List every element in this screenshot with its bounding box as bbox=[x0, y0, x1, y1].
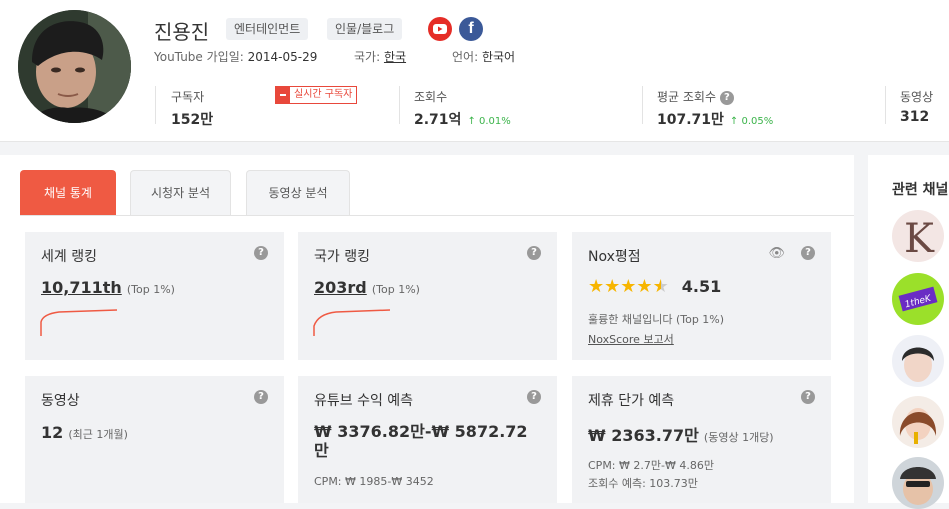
noxscore-report-link[interactable]: NoxScore 보고서 bbox=[588, 331, 674, 347]
channel-name: 진용진 bbox=[154, 20, 210, 44]
tab-divider bbox=[20, 215, 854, 216]
world-rank-card: 세계 랭킹 ? 10,711th (Top 1%) bbox=[25, 232, 284, 360]
related-channel-avatar[interactable] bbox=[892, 396, 944, 448]
stat-views: 조회수 2.71억 ↑ 0.01% bbox=[414, 90, 511, 128]
related-channel-avatar[interactable] bbox=[892, 457, 944, 509]
partner-price-card: 제휴 단가 예측 ? ₩ 2363.77만 (동영상 1개당) CPM: ₩ 2… bbox=[572, 376, 831, 503]
help-icon[interactable]: ? bbox=[254, 390, 268, 404]
tab-channel-stats[interactable]: 채널 통계 bbox=[20, 170, 116, 216]
channel-avatar bbox=[18, 10, 131, 123]
stat-subscribers: 구독자 152만 bbox=[171, 90, 214, 128]
help-icon[interactable]: ? bbox=[801, 246, 815, 260]
facebook-icon[interactable]: f bbox=[459, 17, 483, 41]
stat-avg-views: 평균 조회수 ? 107.71만 ↑ 0.05% bbox=[657, 90, 774, 128]
joined-date: YouTube 가입일: 2014-05-29 bbox=[154, 50, 318, 64]
svg-text:K: K bbox=[904, 216, 935, 262]
videos-card: 동영상 ? 12 (최근 1개월) bbox=[25, 376, 284, 503]
star-icon: ★ bbox=[636, 276, 653, 297]
nox-score: 4.51 bbox=[681, 277, 722, 296]
divider bbox=[155, 86, 156, 124]
category-tag[interactable]: 인물/블로그 bbox=[327, 18, 403, 40]
stats-panel: 채널 통계 시청자 분석 동영상 분석 세계 랭킹 ? 10,711th (To… bbox=[0, 155, 854, 503]
rating-stars: ★★★★★ 4.51 bbox=[588, 276, 721, 297]
star-icon: ★ bbox=[588, 276, 605, 297]
help-icon[interactable]: ? bbox=[527, 246, 541, 260]
revenue-estimate-card: 유튜브 수익 예측 ? ₩ 3376.82만-₩ 5872.72만 CPM: ₩… bbox=[298, 376, 557, 503]
related-channels-panel: 관련 채널 K 1theK bbox=[868, 155, 949, 509]
divider bbox=[885, 86, 886, 124]
tab-audience[interactable]: 시청자 분석 bbox=[130, 170, 231, 216]
divider bbox=[642, 86, 643, 124]
eye-icon[interactable]: 👁 bbox=[768, 246, 785, 261]
channel-header: 진용진 엔터테인먼트 인물/블로그 f YouTube 가입일: 2014-05… bbox=[0, 0, 949, 142]
help-icon[interactable]: ? bbox=[254, 246, 268, 260]
help-icon[interactable]: ? bbox=[719, 90, 734, 105]
live-subscribers-button[interactable]: 실시간 구독자 bbox=[275, 86, 358, 104]
language: 언어: 한국어 bbox=[452, 50, 516, 64]
half-star-icon: ★ bbox=[652, 276, 669, 297]
country-rank-value[interactable]: 203rd bbox=[314, 278, 367, 297]
world-rank-value[interactable]: 10,711th bbox=[41, 278, 122, 297]
help-icon[interactable]: ? bbox=[801, 390, 815, 404]
category-tag[interactable]: 엔터테인먼트 bbox=[226, 18, 309, 40]
nox-score-card: Nox평점 👁 ? ★★★★★ 4.51 훌륭한 채널입니다 (Top 1%) … bbox=[572, 232, 831, 360]
youtube-icon[interactable] bbox=[428, 17, 452, 41]
related-channel-avatar[interactable]: K bbox=[892, 210, 944, 262]
star-icon: ★ bbox=[620, 276, 637, 297]
related-channel-avatar[interactable] bbox=[892, 335, 944, 387]
country-link[interactable]: 한국 bbox=[384, 50, 406, 64]
rank-trend-line bbox=[40, 309, 118, 336]
help-icon[interactable]: ? bbox=[527, 390, 541, 404]
tab-video-analysis[interactable]: 동영상 분석 bbox=[246, 170, 350, 216]
divider bbox=[399, 86, 400, 124]
country: 국가: 한국 bbox=[354, 50, 407, 64]
up-arrow-icon: ↑ 0.05% bbox=[729, 116, 774, 127]
stat-videos: 동영상 312 bbox=[900, 90, 934, 125]
up-arrow-icon: ↑ 0.01% bbox=[467, 116, 511, 127]
related-channel-avatar[interactable]: 1theK bbox=[892, 273, 944, 325]
country-rank-card: 국가 랭킹 ? 203rd (Top 1%) bbox=[298, 232, 557, 360]
star-icon: ★ bbox=[604, 276, 621, 297]
rank-trend-line bbox=[313, 309, 391, 336]
